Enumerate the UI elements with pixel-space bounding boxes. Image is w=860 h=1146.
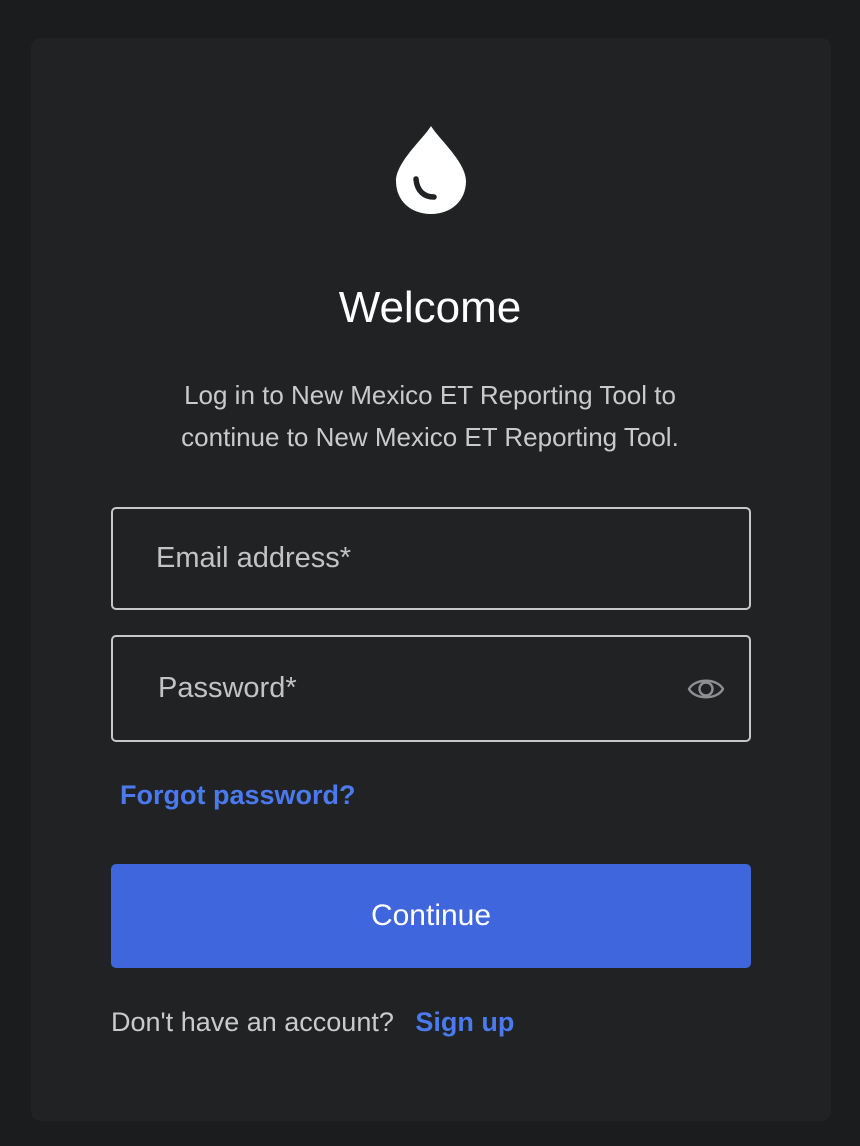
email-field-container	[111, 507, 751, 610]
email-field[interactable]	[113, 509, 749, 608]
water-drop-icon	[396, 126, 466, 214]
eye-icon[interactable]	[687, 673, 725, 705]
page-subtitle: Log in to New Mexico ET Reporting Tool t…	[130, 374, 730, 458]
password-field[interactable]	[113, 637, 749, 740]
signup-prompt: Don't have an account?	[111, 1007, 394, 1037]
forgot-password-link[interactable]: Forgot password?	[120, 778, 356, 812]
subtitle-line-1: Log in to New Mexico ET Reporting Tool t…	[184, 380, 676, 410]
page-title: Welcome	[338, 283, 522, 332]
signup-row: Don't have an account? Sign up	[111, 1004, 514, 1040]
subtitle-line-2: continue to New Mexico ET Reporting Tool…	[181, 422, 679, 452]
continue-button[interactable]: Continue	[111, 864, 751, 968]
password-field-container	[111, 635, 751, 742]
signup-link[interactable]: Sign up	[415, 1007, 514, 1037]
